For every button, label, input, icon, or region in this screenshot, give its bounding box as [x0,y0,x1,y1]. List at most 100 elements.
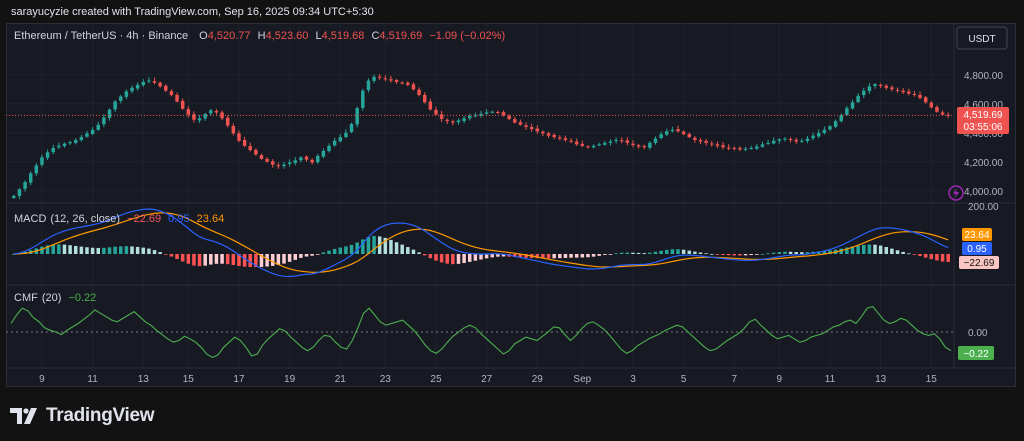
candle-body [698,140,703,142]
macd-histogram-bar [451,254,455,265]
candle-body [670,129,675,132]
macd-histogram-bar [563,254,568,258]
candle-body [422,94,427,103]
time-tick-label: 9 [39,374,45,385]
candle-body [749,147,753,149]
candle-body [479,113,483,116]
candle-body [603,142,607,145]
macd-histogram-bar [186,254,191,264]
candle-body [923,97,928,103]
macd-histogram-bar [310,254,314,256]
candle-body [631,143,635,146]
time-tick-label: 27 [481,374,493,385]
price-tick-label: 4,200.00 [964,158,1003,169]
candle-body [890,87,894,90]
macd-histogram-bar [873,244,877,254]
macd-histogram-bar [738,254,742,256]
macd-histogram-bar [777,252,782,254]
macd-histogram-bar [867,244,872,254]
macd-histogram-bar [856,245,860,254]
candle-body [867,86,872,91]
candle-body [287,162,292,165]
candle-body [558,137,562,139]
cmf-legend: CMF (20) −0.22 [14,292,96,304]
macd-histogram-bar [619,252,624,254]
macd-histogram-bar [901,251,905,254]
candle-body [794,139,798,142]
candle-body [715,144,720,146]
candle-body [186,109,191,115]
candle-body [833,121,838,127]
candle-body [529,126,534,130]
candle-body [546,133,551,136]
candle-body [411,84,416,90]
macd-histogram-bar [648,252,652,254]
macd-histogram-bar [783,251,787,254]
macd-histogram-bar [214,254,219,264]
candle-body [164,85,168,91]
time-tick-label: 13 [875,374,887,385]
macd-histogram-bar [456,254,461,264]
macd-histogram-bar [57,244,61,254]
macd-histogram-bar [175,254,179,259]
macd-histogram-bar [642,253,646,254]
candle-body [862,90,866,96]
macd-histogram-bar [558,254,562,259]
macd-histogram-bar [653,251,658,254]
candle-body [552,134,556,138]
candle-body [574,141,579,145]
macd-histogram-bar [406,247,410,254]
candle-body [79,137,84,141]
candle-body [270,161,275,165]
macd-histogram-bar [918,254,922,257]
tradingview-logo-icon [10,408,37,424]
macd-histogram-bar [270,254,275,266]
candle-body [569,140,573,142]
macd-histogram-bar [479,254,483,260]
macd-histogram-bar [614,253,618,255]
macd-histogram-bar [732,254,737,256]
candle-body [17,189,22,196]
ohlc-low: 4,519.68 [322,30,365,42]
macd-histogram-bar [788,251,793,254]
time-tick-label: 11 [87,374,98,385]
macd-title: MACD [14,213,46,225]
macd-histogram-bar [73,245,78,254]
macd-histogram-bar [484,254,489,259]
candle-body [676,129,680,132]
candle-body [484,112,489,114]
symbol-legend: Ethereum / TetherUS · 4h · Binance O4,52… [14,30,505,42]
macd-histogram-bar [169,254,174,257]
candle-body [665,131,669,135]
candle-body [12,195,16,198]
macd-histogram-bar [113,246,117,254]
candle-body [704,141,708,143]
candle-body [434,109,438,115]
macd-histogram-bar [282,254,286,264]
candle-body [231,125,236,134]
candle-body [349,124,354,133]
macd-histogram-bar [242,254,247,267]
candle-body [496,112,500,114]
macd-histogram-bar [929,254,934,260]
candle-body [62,143,67,147]
macd-histogram-bar [574,254,579,258]
candle-body [608,141,613,143]
macd-line-value: 0.95 [168,213,189,225]
candle-body [535,128,540,132]
candle-body [158,82,162,87]
candle-body [135,84,140,89]
candle-body [203,113,207,119]
macd-histogram-bar [890,248,894,254]
macd-histogram-bar [794,252,798,254]
macd-histogram-bar [676,249,680,254]
macd-legend: MACD (12, 26, close) −22.69 0.95 23.64 [14,213,224,225]
candle-body [377,76,382,78]
candle-body [34,165,39,174]
candle-body [513,119,517,123]
candle-body [147,80,151,82]
macd-histogram-bar [62,244,67,254]
candle-body [130,87,134,92]
candle-body [225,117,230,126]
candle-body [85,133,89,137]
